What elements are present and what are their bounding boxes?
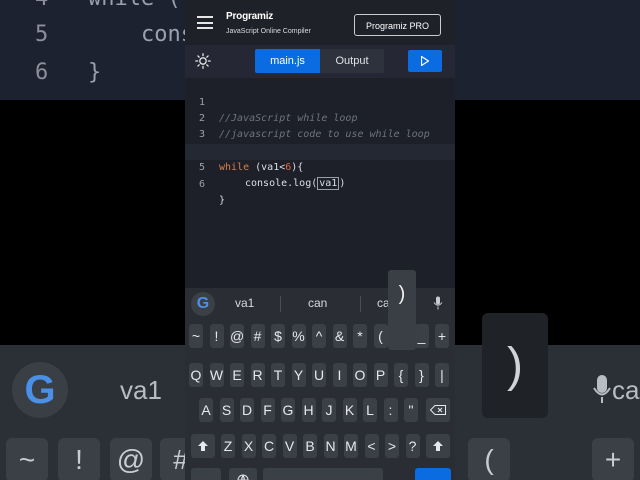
- code-text: }: [219, 195, 226, 206]
- code-text: console.log(va1): [245, 177, 346, 190]
- app-subtitle: JavaScript Online Compiler: [226, 28, 311, 35]
- key-1-5[interactable]: Y: [291, 363, 306, 387]
- key-0-0[interactable]: ~: [189, 324, 203, 348]
- key-1-7[interactable]: I: [332, 363, 347, 387]
- background-suggestion: va1: [120, 375, 162, 405]
- key-2-3[interactable]: F: [260, 398, 275, 422]
- code-editor[interactable]: 1 //JavaScript while loop 2 //javascript…: [185, 78, 455, 288]
- key-0-5[interactable]: %: [291, 324, 306, 348]
- key-1-2[interactable]: E: [230, 363, 244, 387]
- background-key: (: [468, 438, 510, 480]
- key-0-1[interactable]: !: [209, 324, 224, 348]
- key-0-8[interactable]: *: [353, 324, 367, 348]
- key-3-9[interactable]: ?: [405, 434, 420, 458]
- shift-left-key[interactable]: [191, 434, 215, 458]
- suggestion-item[interactable]: can: [308, 296, 327, 310]
- code-line: 2 //javascript code to use while loop: [185, 95, 455, 140]
- key-0-3[interactable]: #: [250, 324, 265, 348]
- key-1-10[interactable]: {: [394, 363, 408, 387]
- key-2-10[interactable]: ": [404, 398, 418, 422]
- key-2-2[interactable]: D: [240, 398, 254, 422]
- key-1-11[interactable]: }: [414, 363, 429, 387]
- key-0-6[interactable]: ^: [312, 324, 326, 348]
- key-1-1[interactable]: W: [209, 363, 224, 387]
- key-3-0[interactable]: Z: [221, 434, 235, 458]
- key-2-1[interactable]: S: [219, 398, 234, 422]
- key-2-9[interactable]: :: [383, 398, 398, 422]
- menu-icon[interactable]: [197, 16, 213, 29]
- phone-screen: Programiz JavaScript Online Compiler Pro…: [185, 0, 455, 480]
- key-3-8[interactable]: >: [385, 434, 399, 458]
- key-1-4[interactable]: T: [271, 363, 285, 387]
- code-line: 3 let va1=1;: [185, 111, 455, 156]
- key-3-5[interactable]: N: [323, 434, 338, 458]
- background-mic-icon: [592, 373, 618, 407]
- google-icon[interactable]: G: [191, 292, 215, 316]
- space-key[interactable]: [263, 468, 383, 480]
- key-0-9[interactable]: (: [373, 324, 388, 348]
- key-0-11[interactable]: _: [414, 324, 429, 348]
- theme-toggle-icon[interactable]: [195, 53, 211, 69]
- background-key: !: [58, 438, 100, 480]
- background-google-icon: G: [12, 362, 68, 418]
- enter-key[interactable]: [415, 468, 451, 480]
- key-2-7[interactable]: K: [342, 398, 357, 422]
- key-2-4[interactable]: G: [281, 398, 295, 422]
- key-1-8[interactable]: O: [353, 363, 367, 387]
- key-3-2[interactable]: C: [262, 434, 276, 458]
- key-0-7[interactable]: &: [332, 324, 347, 348]
- code-line-active: 5 console.log(va1): [185, 144, 455, 190]
- key-1-9[interactable]: P: [373, 363, 388, 387]
- globe-key[interactable]: [229, 468, 257, 480]
- play-icon: [421, 56, 429, 66]
- bottom-key-left[interactable]: [191, 468, 221, 480]
- key-1-0[interactable]: Q: [189, 363, 203, 387]
- key-2-5[interactable]: H: [301, 398, 316, 422]
- background-code-line: 5 conso: [35, 22, 208, 47]
- app-header: Programiz JavaScript Online Compiler Pro…: [185, 0, 455, 45]
- background-key: +: [592, 438, 634, 480]
- background-key: ~: [6, 438, 48, 480]
- code-line: 6 }: [185, 161, 455, 206]
- background-key: @: [110, 438, 152, 480]
- background-code-line: 6 }: [35, 60, 102, 85]
- key-3-3[interactable]: V: [282, 434, 297, 458]
- key-2-6[interactable]: J: [322, 398, 336, 422]
- code-line: 4 while (va1<6){: [185, 128, 455, 173]
- key-1-3[interactable]: R: [250, 363, 265, 387]
- suggestion-divider: [280, 296, 281, 312]
- key-3-4[interactable]: B: [303, 434, 317, 458]
- tab-main-js[interactable]: main.js: [255, 49, 320, 73]
- tab-output[interactable]: Output: [320, 49, 384, 73]
- suggestion-divider: [360, 296, 361, 312]
- key-2-8[interactable]: L: [363, 398, 377, 422]
- key-1-12[interactable]: |: [435, 363, 449, 387]
- key-3-6[interactable]: M: [344, 434, 358, 458]
- suggestion-item[interactable]: va1: [235, 296, 254, 310]
- run-button[interactable]: [408, 50, 442, 72]
- key-0-4[interactable]: $: [271, 324, 285, 348]
- key-preview-popup: ): [388, 270, 416, 350]
- programiz-pro-button[interactable]: Programiz PRO: [354, 14, 441, 36]
- background-paren-popup: ): [482, 313, 548, 418]
- mic-icon[interactable]: [433, 296, 443, 313]
- code-line: 1 //JavaScript while loop: [185, 79, 455, 124]
- line-number: 6: [199, 179, 206, 190]
- backspace-key[interactable]: [426, 398, 450, 422]
- editor-toolbar: main.js Output: [185, 45, 455, 78]
- key-3-1[interactable]: X: [241, 434, 256, 458]
- key-1-6[interactable]: U: [312, 363, 326, 387]
- key-0-2[interactable]: @: [230, 324, 244, 348]
- key-2-0[interactable]: A: [199, 398, 213, 422]
- key-3-7[interactable]: <: [364, 434, 379, 458]
- key-0-12[interactable]: +: [435, 324, 449, 348]
- shift-right-key[interactable]: [426, 434, 450, 458]
- programiz-logo[interactable]: Programiz: [226, 11, 273, 22]
- background-code-line: 4 while (: [35, 0, 181, 11]
